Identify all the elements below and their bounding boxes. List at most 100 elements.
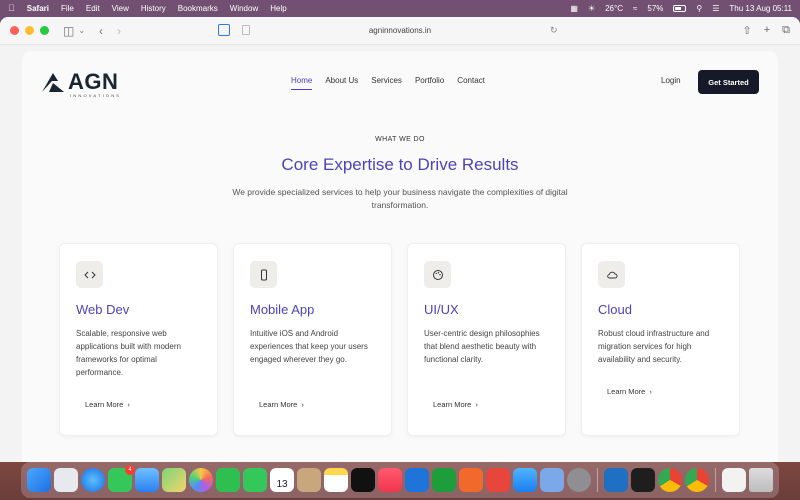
service-card-cloud: Cloud Robust cloud infrastructure and mi… <box>581 243 740 436</box>
battery-percent[interactable]: 57% <box>647 4 663 13</box>
reader-icon[interactable] <box>218 24 230 36</box>
page-menu-icon[interactable] <box>242 25 250 35</box>
document-icon[interactable] <box>722 468 746 492</box>
service-card-web-dev: Web Dev Scalable, responsive web applica… <box>59 243 218 436</box>
nav-about[interactable]: About Us <box>325 76 358 90</box>
learn-more-label: Learn More <box>607 387 646 396</box>
safari-icon[interactable] <box>81 468 105 492</box>
messages-icon[interactable]: 4 <box>108 465 135 492</box>
menu-edit[interactable]: Edit <box>86 4 100 13</box>
preview-icon[interactable] <box>540 468 564 492</box>
trash-icon[interactable] <box>749 468 773 492</box>
forward-button[interactable]: › <box>117 24 121 38</box>
learn-more-link[interactable]: Learn More › <box>433 400 478 409</box>
logo-text: AGN <box>68 69 119 94</box>
service-card-ui-ux: UI/UX User-centric design philosophies t… <box>407 243 566 436</box>
dock-separator <box>715 468 716 492</box>
chrome-icon[interactable] <box>658 468 682 492</box>
card-description: Robust cloud infrastructure and migratio… <box>598 329 710 364</box>
tab-overview-icon[interactable]: ⧉ <box>782 24 790 37</box>
calendar-day: 13 <box>276 479 288 490</box>
share-icon[interactable]: ⇧ <box>742 24 751 37</box>
photos-icon[interactable] <box>189 468 213 492</box>
datetime[interactable]: Thu 13 Aug 05:11 <box>729 4 792 13</box>
learn-more-label: Learn More <box>259 400 298 409</box>
chevron-down-icon[interactable]: ⌄ <box>78 26 85 35</box>
logo-mark-icon <box>42 73 64 92</box>
figma-icon[interactable] <box>631 468 655 492</box>
facetime-icon[interactable] <box>216 468 240 492</box>
weather-icon[interactable]: ☀ <box>588 4 595 13</box>
nav-services[interactable]: Services <box>371 76 402 90</box>
get-started-button[interactable]: Get Started <box>698 70 759 94</box>
learn-more-label: Learn More <box>85 400 124 409</box>
app-store-icon[interactable] <box>513 468 537 492</box>
mail-icon[interactable] <box>135 468 159 492</box>
music-icon[interactable] <box>378 468 402 492</box>
menu-history[interactable]: History <box>141 4 166 13</box>
pages-icon[interactable] <box>459 468 483 492</box>
sidebar-toggle-icon[interactable]: ◫ <box>63 24 74 38</box>
calendar-icon[interactable]: 13 <box>270 468 294 492</box>
window-controls <box>10 26 49 35</box>
browser-toolbar: ◫ ⌄ ‹ › agninnovations.in ↻ ⇧ + ⧉ <box>0 17 800 45</box>
section-title: Core Expertise to Drive Results <box>281 155 519 174</box>
section-kicker: WHAT WE DO <box>375 136 425 143</box>
control-center-icon[interactable]: ☰ <box>712 4 719 13</box>
back-button[interactable]: ‹ <box>99 24 103 38</box>
menu-file[interactable]: File <box>61 4 74 13</box>
chrome-canary-icon[interactable] <box>685 468 709 492</box>
learn-more-link[interactable]: Learn More › <box>607 387 652 396</box>
notes-icon[interactable] <box>324 468 348 492</box>
learn-more-link[interactable]: Learn More › <box>259 400 304 409</box>
card-title: UI/UX <box>424 302 459 317</box>
menu-window[interactable]: Window <box>230 4 258 13</box>
maps-icon[interactable] <box>162 468 186 492</box>
system-settings-icon[interactable] <box>567 468 591 492</box>
vscode-icon[interactable] <box>604 468 628 492</box>
phone-icon[interactable] <box>243 468 267 492</box>
wifi-icon[interactable]: ≈ <box>633 4 637 13</box>
launchpad-icon[interactable] <box>54 468 78 492</box>
apple-menu-icon[interactable]:  <box>8 3 15 13</box>
menu-bookmarks[interactable]: Bookmarks <box>178 4 218 13</box>
chevron-right-icon: › <box>475 400 478 409</box>
reload-icon[interactable]: ↻ <box>550 25 558 36</box>
section-lead: We provide specialized services to help … <box>232 187 568 210</box>
service-card-mobile-app: Mobile App Intuitive iOS and Android exp… <box>233 243 392 436</box>
weather-temp[interactable]: 26°C <box>605 4 623 13</box>
service-cards: Web Dev Scalable, responsive web applica… <box>59 243 740 436</box>
new-tab-icon[interactable]: + <box>764 24 770 37</box>
battery-icon[interactable] <box>673 4 687 12</box>
tv-icon[interactable] <box>351 468 375 492</box>
card-title: Mobile App <box>250 302 315 317</box>
menu-app-name[interactable]: Safari <box>27 4 49 13</box>
nav-portfolio[interactable]: Portfolio <box>415 76 444 90</box>
menu-view[interactable]: View <box>112 4 129 13</box>
learn-more-link[interactable]: Learn More › <box>85 400 130 409</box>
chevron-right-icon: › <box>649 387 652 396</box>
nav-contact[interactable]: Contact <box>457 76 485 90</box>
site-logo[interactable]: AGN INNOVATIONS <box>40 69 119 98</box>
logo-subtitle: INNOVATIONS <box>70 93 122 98</box>
chevron-right-icon: › <box>127 400 130 409</box>
vpn-icon[interactable]: ▦ <box>570 4 578 13</box>
search-icon[interactable]: ⚲ <box>696 4 702 13</box>
finder-icon[interactable] <box>27 468 51 492</box>
contacts-icon[interactable] <box>297 468 321 492</box>
card-description: Intuitive iOS and Android experiences th… <box>250 329 368 364</box>
rocket-icon[interactable] <box>486 468 510 492</box>
menu-help[interactable]: Help <box>270 4 286 13</box>
fullscreen-window-button[interactable] <box>40 26 49 35</box>
numbers-icon[interactable] <box>432 468 456 492</box>
minimize-window-button[interactable] <box>25 26 34 35</box>
palette-icon <box>424 261 451 288</box>
login-link[interactable]: Login <box>661 76 681 85</box>
card-title: Cloud <box>598 302 632 317</box>
card-description: User-centric design philosophies that bl… <box>424 329 540 364</box>
address-bar[interactable]: agninnovations.in <box>369 26 431 35</box>
keynote-icon[interactable] <box>405 468 429 492</box>
nav-home[interactable]: Home <box>291 76 313 90</box>
site-nav: Home About Us Services Portfolio Contact <box>291 76 485 90</box>
close-window-button[interactable] <box>10 26 19 35</box>
